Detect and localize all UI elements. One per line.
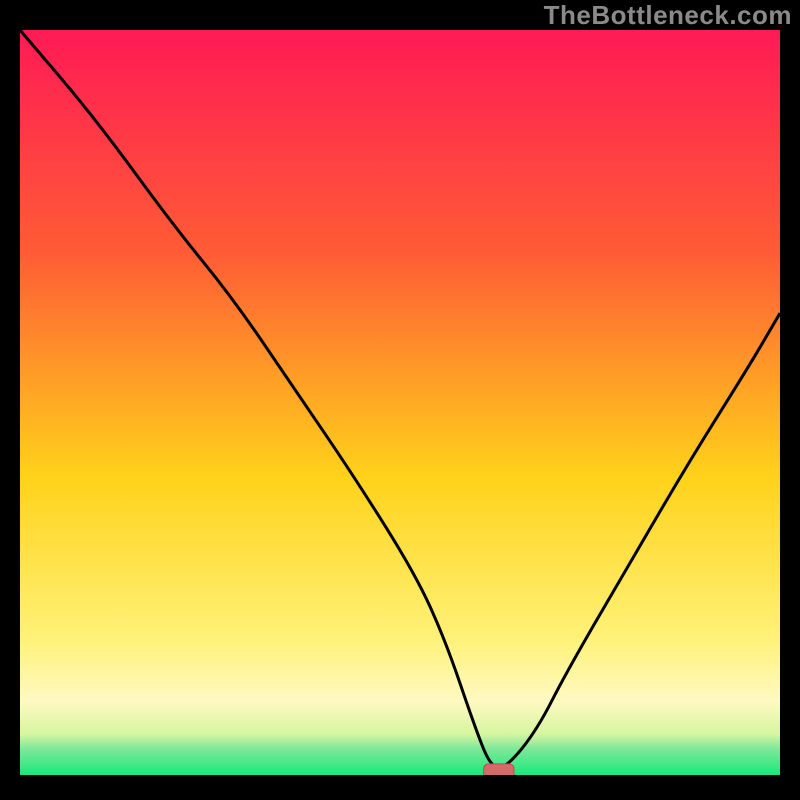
bottleneck-plot (20, 30, 780, 775)
plot-background (20, 30, 780, 775)
watermark-text: TheBottleneck.com (544, 0, 792, 31)
chart-frame: TheBottleneck.com (0, 0, 800, 800)
optimal-marker (484, 764, 514, 775)
plot-svg (20, 30, 780, 775)
